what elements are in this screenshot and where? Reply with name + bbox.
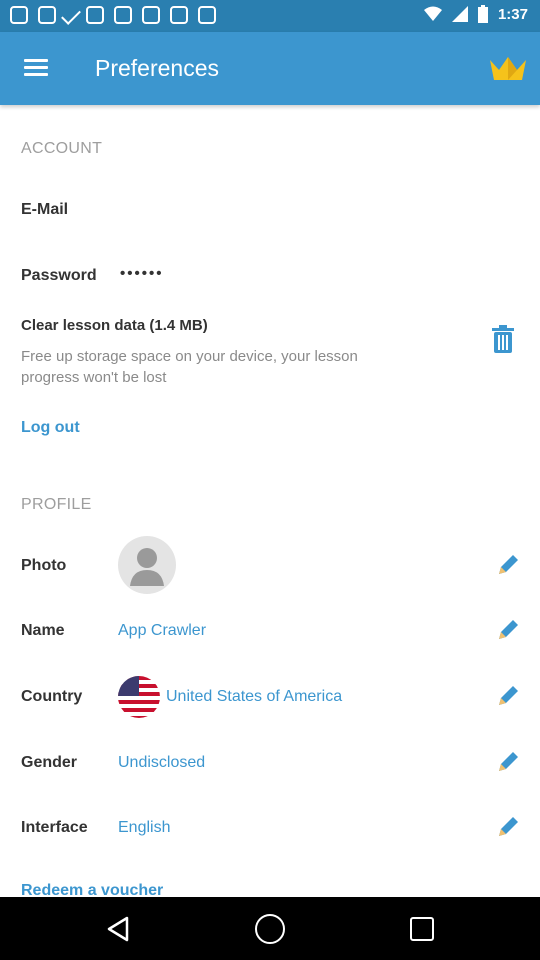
menu-icon[interactable]	[24, 59, 48, 77]
notification-icon	[10, 6, 28, 24]
home-icon[interactable]	[255, 914, 285, 944]
edit-name-icon[interactable]	[496, 618, 520, 642]
interface-label: Interface	[21, 819, 88, 836]
clear-lesson-data-description: Free up storage space on your device, yo…	[21, 346, 358, 388]
status-time: 1:37	[497, 5, 528, 23]
back-icon[interactable]	[105, 916, 131, 942]
user-silhouette-icon	[130, 548, 164, 586]
notification-icon	[86, 6, 104, 24]
avatar[interactable]	[118, 536, 176, 594]
notification-icon	[142, 6, 160, 24]
wrench-icon	[61, 5, 81, 25]
edit-gender-icon[interactable]	[496, 750, 520, 774]
account-section-header: ACCOUNT	[21, 140, 103, 157]
notification-icon	[170, 6, 188, 24]
edit-country-icon[interactable]	[496, 684, 520, 708]
gender-value[interactable]: Undisclosed	[118, 754, 205, 772]
edit-interface-icon[interactable]	[496, 815, 520, 839]
description-line: progress won't be lost	[21, 369, 167, 386]
description-line: Free up storage space on your device, yo…	[21, 348, 358, 365]
name-label: Name	[21, 622, 65, 639]
navigation-bar	[0, 897, 540, 960]
country-value[interactable]: United States of America	[166, 688, 342, 706]
password-value[interactable]: ••••••	[120, 265, 164, 282]
recent-apps-icon[interactable]	[410, 917, 434, 941]
password-label[interactable]: Password	[21, 267, 97, 285]
notification-icon	[198, 6, 216, 24]
notification-icon	[38, 6, 56, 24]
trash-icon[interactable]	[492, 325, 514, 353]
crown-icon[interactable]	[488, 54, 528, 82]
gender-label: Gender	[21, 754, 78, 771]
app-bar: Preferences	[0, 32, 540, 105]
page-title: Preferences	[95, 55, 220, 81]
interface-value[interactable]: English	[118, 819, 170, 837]
signal-icon	[451, 6, 468, 22]
country-label: Country	[21, 688, 83, 705]
status-bar: 1:37	[0, 0, 540, 32]
system-icons: 1:37	[423, 5, 528, 23]
name-value[interactable]: App Crawler	[118, 622, 206, 640]
email-label[interactable]: E-Mail	[21, 201, 68, 219]
profile-section-header: PROFILE	[21, 496, 92, 513]
us-flag-icon	[118, 676, 160, 718]
clear-lesson-data-title: Clear lesson data (1.4 MB)	[21, 317, 208, 334]
wifi-icon	[423, 6, 442, 21]
edit-photo-icon[interactable]	[496, 553, 520, 577]
notification-icon	[114, 6, 132, 24]
photo-label: Photo	[21, 557, 67, 574]
battery-icon	[477, 5, 488, 23]
logout-link[interactable]: Log out	[21, 419, 80, 437]
notification-icons	[10, 5, 216, 25]
